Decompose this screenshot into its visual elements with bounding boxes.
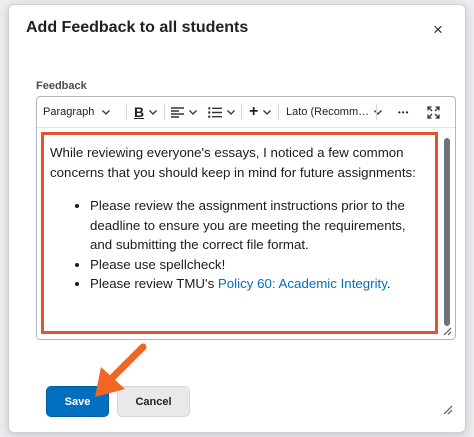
insert-button[interactable]: + <box>249 97 272 127</box>
toolbar-divider <box>278 104 279 120</box>
chevron-down-icon <box>263 109 272 115</box>
toolbar-divider <box>241 104 242 120</box>
list-item: Please use spellcheck! <box>90 255 429 275</box>
policy-link[interactable]: Policy 60: Academic Integrity <box>218 276 387 291</box>
close-icon[interactable]: × <box>429 21 447 39</box>
feedback-label: Feedback <box>36 80 87 92</box>
editor-toolbar: Paragraph B + Lato (Recomm… ••• <box>37 97 455 128</box>
editor-resize-icon[interactable] <box>443 327 452 336</box>
more-icon: ••• <box>398 107 410 117</box>
dialog-resize-icon[interactable] <box>443 405 453 415</box>
fullscreen-button[interactable] <box>427 97 440 127</box>
feedback-bullet-list: Please review the assignment instruction… <box>50 196 429 294</box>
expand-icon <box>427 105 440 119</box>
paragraph-format-dropdown[interactable]: Paragraph <box>43 97 111 127</box>
chevron-down-icon <box>227 109 235 115</box>
list-item-text: . <box>386 276 391 291</box>
chevron-down-icon <box>102 109 111 115</box>
feedback-intro: While reviewing everyone's essays, I not… <box>50 145 416 180</box>
list-item: Please review TMU's Policy 60: Academic … <box>90 274 429 294</box>
align-left-icon <box>171 106 184 118</box>
dialog-title: Add Feedback to all students <box>26 19 249 36</box>
font-family-dropdown[interactable]: Lato (Recomm… <box>286 97 383 127</box>
toolbar-divider <box>164 104 165 120</box>
list-item: Please review the assignment instruction… <box>90 196 429 255</box>
font-family-label: Lato (Recomm… <box>286 106 370 118</box>
feedback-editor: Paragraph B + Lato (Recomm… ••• While re… <box>36 96 456 340</box>
bold-button[interactable]: B <box>134 97 158 127</box>
bullet-list-icon <box>208 106 222 118</box>
toolbar-divider <box>126 104 127 120</box>
annotation-arrow-icon <box>95 343 147 397</box>
list-item-text: Please review TMU's <box>90 276 218 291</box>
more-options-button[interactable]: ••• <box>398 97 409 127</box>
align-button[interactable] <box>171 97 197 127</box>
feedback-text-area[interactable]: While reviewing everyone's essays, I not… <box>41 132 438 334</box>
chevron-down-icon <box>189 109 197 115</box>
chevron-down-icon <box>149 109 158 115</box>
paragraph-format-label: Paragraph <box>43 106 95 118</box>
editor-scrollbar[interactable] <box>444 138 450 326</box>
plus-icon: + <box>249 103 259 120</box>
toolbar-divider <box>376 104 377 120</box>
bold-icon: B <box>134 104 145 120</box>
list-button[interactable] <box>208 97 235 127</box>
feedback-dialog: Add Feedback to all students × Feedback … <box>8 4 466 433</box>
